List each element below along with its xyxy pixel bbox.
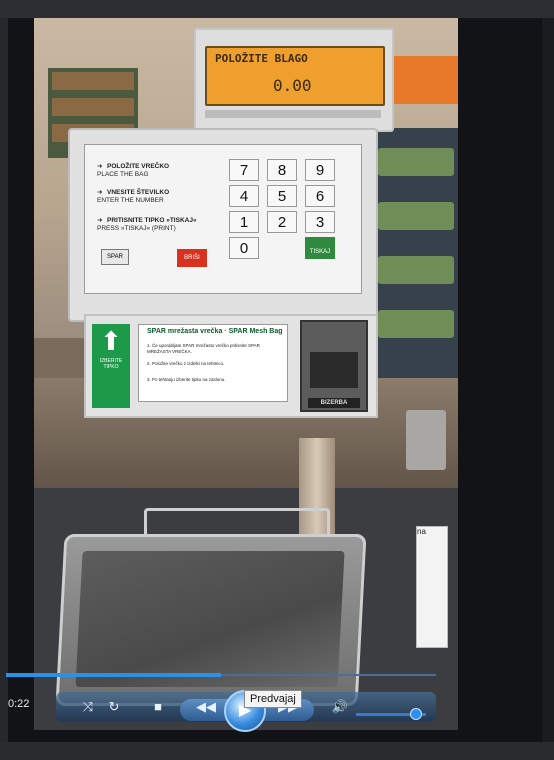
play-tooltip: Predvajaj [244, 690, 302, 708]
scale-lcd-message: POLOŽITE BLAGO [215, 52, 308, 65]
numeric-keypad: 7 8 9 4 5 6 1 2 3 0 TISKAJ [229, 159, 347, 267]
spar-bag-key[interactable]: SPAR [101, 249, 129, 265]
key-7[interactable]: 7 [229, 159, 259, 181]
key-5[interactable]: 5 [267, 185, 297, 207]
produce-shelf-right [374, 128, 458, 398]
key-9[interactable]: 9 [305, 159, 335, 181]
label-slot [310, 352, 358, 388]
volume-slider-thumb[interactable] [410, 708, 422, 720]
scale-touch-panel: ➜ POLOŽITE VREČKO PLACE THE BAG ➜ VNESITE … [68, 128, 378, 322]
elapsed-time: 0:22 [8, 698, 30, 710]
video-frame[interactable]: POLOŽITE BLAGO 0.00 ➜ POLOŽITE VREČKO PLA… [34, 18, 458, 730]
arrow-up-icon: ⬆ [100, 326, 122, 356]
trash-bin [406, 410, 446, 470]
clear-key[interactable]: BRIŠI [177, 249, 207, 267]
print-key[interactable]: TISKAJ [305, 237, 335, 259]
instruction-1: ➜ POLOŽITE VREČKO PLACE THE BAG [97, 163, 170, 178]
bag-info-panel: ⬆ IZBERITE TIPKO SPAR mrežasta vrečka · … [84, 314, 378, 418]
rewind-icon[interactable]: ◀◀ [196, 697, 216, 717]
instruction-3: ➜ PRITISNITE TIPKO »TISKAJ« PRESS »TISKAJ… [97, 217, 197, 232]
volume-icon[interactable]: 🔊 [330, 697, 350, 717]
scale-top-display: POLOŽITE BLAGO 0.00 [194, 28, 394, 132]
mesh-bag-line-2: 2. Položite vrečko z izdelki na tehtnico… [147, 361, 225, 366]
mesh-bag-card: SPAR mrežasta vrečka · SPAR Mesh Bag 1. … [138, 324, 288, 402]
key-2[interactable]: 2 [267, 211, 297, 233]
mesh-bag-line-3: 3. Po tehtanju izberite tipko na zaslonu… [147, 377, 226, 382]
weighing-plate [75, 551, 345, 687]
stop-icon[interactable]: ■ [148, 697, 168, 717]
key-6[interactable]: 6 [305, 185, 335, 207]
monitor-top-bezel [0, 0, 554, 18]
scale-lcd: POLOŽITE BLAGO 0.00 [205, 46, 385, 106]
weighing-tray [55, 534, 367, 706]
monitor-frame: POLOŽITE BLAGO 0.00 ➜ POLOŽITE VREČKO PLA… [0, 0, 554, 760]
monitor-bottom-bezel [0, 742, 554, 760]
scale-touch-screen: ➜ POLOŽITE VREČKO PLACE THE BAG ➜ VNESITE … [84, 144, 362, 294]
key-4[interactable]: 4 [229, 185, 259, 207]
store-sign [386, 56, 458, 104]
arrow-right-icon: ➜ [97, 163, 103, 170]
mesh-bag-title: SPAR mrežasta vrečka · SPAR Mesh Bag [147, 328, 283, 335]
shuffle-icon[interactable]: ⤨ [78, 697, 98, 717]
repeat-icon[interactable]: ↻ [104, 697, 124, 717]
seek-progress[interactable] [6, 673, 221, 677]
receipt-paper: na [416, 526, 448, 648]
scale-lcd-value: 0.00 [273, 76, 312, 95]
label-dispenser: BIZERBA [300, 320, 368, 412]
monitor-right-bezel [542, 18, 554, 760]
select-key-label: IZBERITE TIPKO [99, 358, 123, 370]
mesh-bag-line-1: 1. Če uporabljate SPAR mrežasto vrečko p… [147, 343, 260, 354]
arrow-right-icon: ➜ [97, 189, 103, 196]
dispenser-brand: BIZERBA [308, 398, 360, 408]
key-8[interactable]: 8 [267, 159, 297, 181]
key-0[interactable]: 0 [229, 237, 259, 259]
arrow-right-icon: ➜ [97, 217, 103, 224]
display-label-strip [205, 110, 381, 118]
instruction-2: ➜ VNESITE ŠTEVILKO ENTER THE NUMBER [97, 189, 170, 204]
key-3[interactable]: 3 [305, 211, 335, 233]
select-key-card: ⬆ IZBERITE TIPKO [92, 324, 130, 408]
monitor-left-bezel [0, 18, 8, 760]
key-1[interactable]: 1 [229, 211, 259, 233]
